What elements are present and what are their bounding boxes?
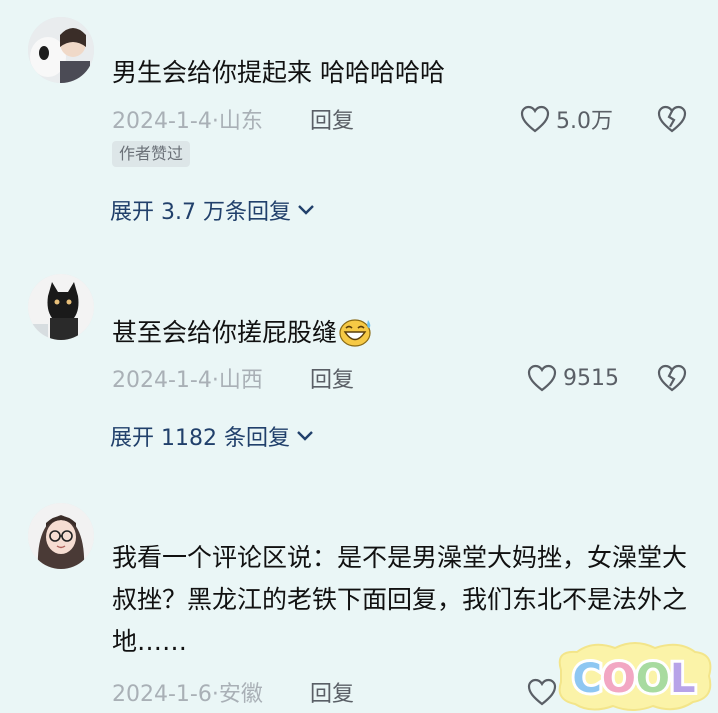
comment-text-content: 甚至会给你搓屁股缝 bbox=[112, 318, 338, 347]
like-count: 9515 bbox=[563, 365, 619, 391]
comment-meta: 2024-1-4·山西 回复 9515 bbox=[112, 361, 692, 395]
cool-sticker-letters: COOL bbox=[573, 656, 696, 702]
avatar[interactable] bbox=[28, 274, 94, 340]
avatar[interactable] bbox=[28, 17, 94, 83]
comment-date-location: 2024-1-4·山东 bbox=[112, 109, 263, 134]
dislike-button[interactable] bbox=[657, 364, 687, 392]
comment-date-location: 2024-1-6·安徽 bbox=[112, 682, 263, 707]
avatar[interactable] bbox=[28, 503, 94, 569]
heart-icon bbox=[520, 105, 550, 133]
comment-text: 男生会给你提起来 哈哈哈哈哈 bbox=[112, 58, 445, 87]
cool-sticker-image: COOL COOL bbox=[558, 642, 712, 711]
comment-date-location: 2024-1-4·山西 bbox=[112, 368, 263, 393]
broken-heart-icon bbox=[657, 105, 687, 133]
avatar-image bbox=[28, 503, 94, 569]
expand-replies-label: 展开 3.7 万条回复 bbox=[110, 200, 291, 225]
reply-button[interactable]: 回复 bbox=[310, 103, 354, 135]
comment-meta: 2024-1-4·山东 回复 5.0万 bbox=[112, 102, 692, 136]
chevron-down-icon bbox=[297, 431, 313, 441]
reply-button[interactable]: 回复 bbox=[310, 362, 354, 394]
laugh-sweat-emoji-icon bbox=[339, 319, 371, 347]
chevron-down-icon bbox=[298, 205, 314, 215]
dislike-button[interactable] bbox=[657, 105, 687, 133]
like-button[interactable]: 5.0万 bbox=[520, 103, 613, 135]
avatar-image bbox=[28, 17, 94, 83]
like-count: 5.0万 bbox=[556, 109, 613, 134]
expand-replies-button[interactable]: 展开 3.7 万条回复 bbox=[110, 194, 315, 226]
author-liked-badge: 作者赞过 bbox=[112, 141, 191, 167]
broken-heart-icon bbox=[657, 364, 687, 392]
comment-text: 甚至会给你搓屁股缝 bbox=[112, 312, 672, 354]
reply-button[interactable]: 回复 bbox=[310, 676, 354, 708]
expand-replies-label: 展开 1182 条回复 bbox=[110, 426, 290, 451]
heart-icon bbox=[527, 364, 557, 392]
like-button[interactable]: 9515 bbox=[527, 364, 619, 392]
cool-sticker: COOL COOL bbox=[553, 640, 715, 713]
expand-replies-button[interactable]: 展开 1182 条回复 bbox=[110, 420, 314, 452]
avatar-image bbox=[28, 274, 94, 340]
